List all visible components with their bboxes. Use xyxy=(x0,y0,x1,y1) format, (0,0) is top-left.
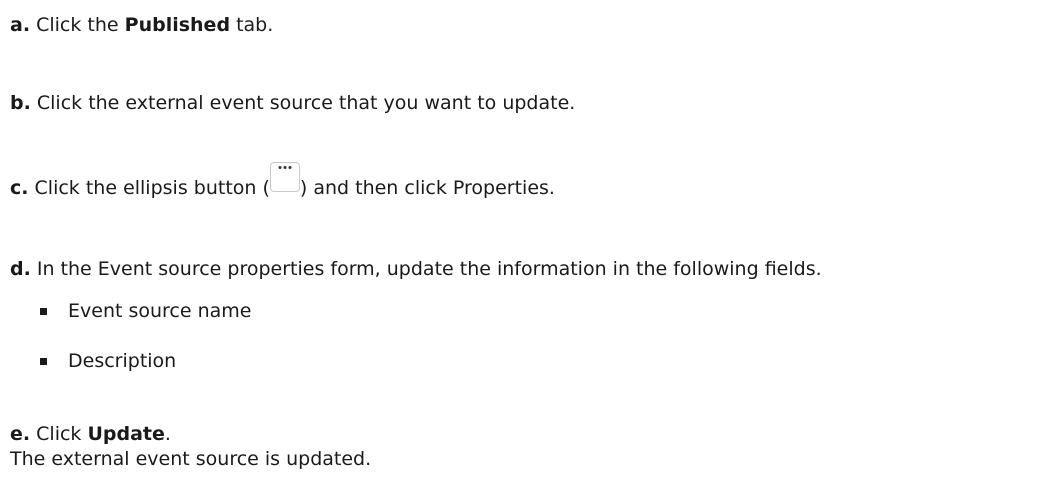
step-c: c. Click the ellipsis button ( ) and then… xyxy=(10,162,555,200)
step-letter: e. xyxy=(10,423,31,445)
ellipsis-icon xyxy=(278,166,292,169)
step-letter: a. xyxy=(10,14,31,36)
step-text: Click the ellipsis button ( xyxy=(34,177,270,199)
bullet-icon xyxy=(40,358,47,365)
step-letter: c. xyxy=(10,177,29,199)
step-d: d. In the Event source properties form, … xyxy=(10,257,822,281)
list-item: Description xyxy=(38,349,176,373)
step-result-text: The external event source is updated. xyxy=(10,448,372,470)
step-text: Click xyxy=(36,423,88,445)
step-text: ) and then click Properties. xyxy=(299,177,555,199)
step-text: tab. xyxy=(230,14,274,36)
step-b: b. Click the external event source that … xyxy=(10,91,575,115)
published-tab-label: Published xyxy=(124,14,231,36)
ellipsis-button-icon xyxy=(269,162,300,192)
step-text: Click the xyxy=(36,14,125,36)
step-result: The external event source is updated. xyxy=(10,447,371,471)
update-button-label: Update xyxy=(87,423,165,445)
step-e: e. Click Update. xyxy=(10,422,171,446)
step-letter: b. xyxy=(10,92,31,114)
step-text: . xyxy=(164,423,171,445)
step-a: a. Click the Published tab. xyxy=(10,13,273,37)
list-item-label: Description xyxy=(68,350,177,372)
list-item-label: Event source name xyxy=(68,300,252,322)
list-item: Event source name xyxy=(38,299,252,323)
step-text: Click the external event source that you… xyxy=(36,92,576,114)
bullet-icon xyxy=(40,308,47,315)
step-letter: d. xyxy=(10,258,31,280)
step-text: In the Event source properties form, upd… xyxy=(36,258,822,280)
